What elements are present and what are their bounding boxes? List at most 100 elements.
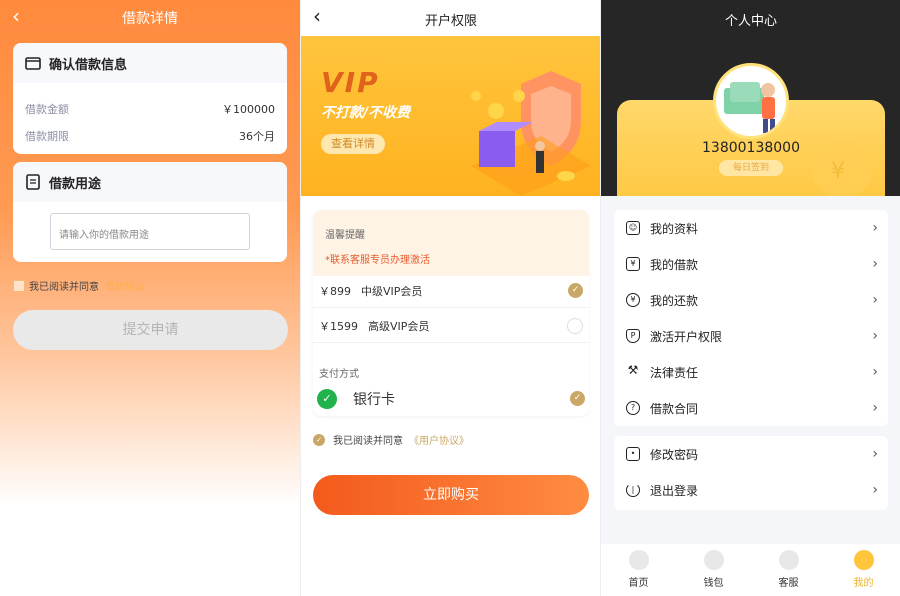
chevron-right-icon: ›	[872, 446, 878, 462]
menu-label: 我的资料	[650, 221, 699, 236]
payment-method-label: 银行卡	[353, 392, 395, 408]
amount-row: 借款金额 ￥100000	[13, 101, 287, 117]
view-details-button[interactable]: 查看详情	[321, 134, 385, 154]
account-menu: • 修改密码 › | 退出登录 ›	[614, 436, 888, 510]
term-value: 36个月	[239, 130, 275, 143]
profile-screen: 个人中心 ¥ 13800138000 每日签到 ☺ 我的资料 › ¥ 我的借款 …	[600, 0, 900, 596]
loan-purpose-header: 借款用途	[13, 162, 287, 202]
page-title: 借款详情	[122, 11, 178, 27]
menu-item[interactable]: ⚒ 法律责任 ›	[614, 354, 888, 390]
vip-plans-card: 温馨提醒 *联系客服专员办理激活 ￥899 中级VIP会员 ✓ ￥1599 高级…	[313, 210, 589, 416]
plan-option[interactable]: ￥899 中级VIP会员 ✓	[313, 274, 589, 308]
chevron-right-icon: ›	[872, 256, 878, 272]
tab-label: 客服	[778, 578, 799, 589]
agree-text: 我已阅读并同意	[29, 282, 99, 293]
buy-now-button[interactable]: 立即购买	[313, 475, 589, 515]
tab-label: 钱包	[703, 578, 724, 589]
menu-item[interactable]: ☺ 我的资料 ›	[614, 210, 888, 246]
sign-in-button[interactable]: 每日签到	[719, 160, 783, 176]
chevron-right-icon: ›	[872, 328, 878, 344]
menu-item[interactable]: • 修改密码 ›	[614, 436, 888, 472]
menu-item[interactable]: ¥ 我的借款 ›	[614, 246, 888, 282]
vip-screen: ‹ 开户权限 VIP 不打款/不收费 查看详情 温馨提醒 *联系客服专员办理激活…	[300, 0, 600, 596]
term-label: 借款期限	[25, 130, 69, 143]
tab-home[interactable]: 首页	[601, 544, 676, 596]
shield-icon: P	[626, 329, 640, 343]
agreement-row: 我已阅读并同意 借款协议	[13, 278, 145, 293]
menu-label: 修改密码	[650, 447, 699, 462]
tab-mine[interactable]: 我的	[826, 544, 900, 596]
vip-banner: VIP 不打款/不收费 查看详情	[301, 36, 600, 196]
loan-info-title: 确认借款信息	[49, 57, 128, 73]
payment-option[interactable]: ✓ 银行卡 ✓	[317, 384, 589, 414]
loan-purpose-title: 借款用途	[49, 176, 102, 192]
check-icon[interactable]: ✓	[568, 283, 583, 298]
chevron-right-icon: ›	[872, 292, 878, 308]
vip-header: ‹ 开户权限	[301, 0, 600, 36]
avatar[interactable]	[713, 63, 789, 139]
purpose-input[interactable]: 请输入你的借款用途	[50, 213, 250, 250]
amount-value: ￥100000	[222, 103, 275, 116]
check-icon[interactable]: ✓	[313, 433, 325, 446]
avatar-illustration	[724, 82, 775, 133]
menu-label: 退出登录	[650, 483, 699, 498]
menu-item[interactable]: ? 借款合同 ›	[614, 390, 888, 426]
svg-text:¥: ¥	[831, 159, 845, 184]
menu-item[interactable]: | 退出登录 ›	[614, 472, 888, 508]
menu-label: 法律责任	[650, 365, 699, 380]
loan-info-card: 确认借款信息 借款金额 ￥100000 借款期限 36个月	[13, 43, 287, 154]
wallet-icon	[703, 550, 724, 570]
vip-heading: VIP	[321, 66, 380, 99]
money-bag-icon: ¥	[812, 142, 872, 196]
check-icon[interactable]: ✓	[570, 391, 585, 406]
payment-title: 支付方式	[319, 369, 359, 380]
menu-label: 借款合同	[650, 401, 699, 416]
page-title: 开户权限	[424, 14, 477, 29]
loan-detail-header: ‹ 借款详情	[0, 0, 300, 34]
radio-icon[interactable]	[567, 318, 583, 334]
menu-label: 我的还款	[650, 293, 699, 308]
user-agreement-link[interactable]: 《用户协议》	[409, 432, 469, 447]
plan-price: ￥1599	[319, 319, 358, 333]
bottom-tab-bar: 首页 钱包 客服 我的	[601, 544, 900, 596]
loan-agreement-link[interactable]: 借款协议	[105, 278, 145, 293]
vip-illustration	[471, 71, 591, 196]
menu-item[interactable]: P 激活开户权限 ›	[614, 318, 888, 354]
home-icon	[628, 550, 649, 570]
menu-label: 我的借款	[650, 257, 699, 272]
help-icon: ?	[626, 401, 640, 415]
power-icon: |	[626, 483, 640, 497]
chat-icon	[778, 550, 799, 570]
user-icon	[853, 550, 874, 570]
phone-number: 13800138000	[702, 140, 800, 156]
agree-text: 我已阅读并同意	[333, 436, 403, 447]
agree-checkbox[interactable]	[13, 279, 25, 292]
gavel-icon: ⚒	[627, 363, 639, 377]
tab-label: 我的	[853, 578, 874, 589]
loan-icon: ¥	[626, 257, 640, 271]
tab-service[interactable]: 客服	[751, 544, 826, 596]
document-icon	[26, 174, 40, 190]
plan-name: 高级VIP会员	[368, 319, 430, 333]
loan-info-header: 确认借款信息	[13, 43, 287, 83]
profile-header: 个人中心 ¥ 13800138000 每日签到	[601, 0, 900, 196]
plan-name: 中级VIP会员	[361, 284, 423, 298]
wechat-icon: ✓	[317, 389, 337, 409]
chevron-right-icon: ›	[872, 364, 878, 380]
submit-button[interactable]: 提交申请	[13, 310, 288, 350]
chevron-right-icon: ›	[872, 400, 878, 416]
notice-box: 温馨提醒 *联系客服专员办理激活	[313, 210, 589, 276]
page-title: 个人中心	[724, 14, 777, 29]
menu-item[interactable]: ¥ 我的还款 ›	[614, 282, 888, 318]
profile-menu: ☺ 我的资料 › ¥ 我的借款 › ¥ 我的还款 › P 激活开户权限 › ⚒ …	[614, 210, 888, 426]
user-icon: ☺	[626, 221, 640, 235]
lock-icon: •	[626, 447, 640, 461]
loan-detail-screen: ‹ 借款详情 确认借款信息 借款金额 ￥100000 借款期限 36个月 借款用…	[0, 0, 300, 596]
tab-wallet[interactable]: 钱包	[676, 544, 751, 596]
chevron-right-icon: ›	[872, 220, 878, 236]
menu-label: 激活开户权限	[650, 329, 723, 344]
plan-option[interactable]: ￥1599 高级VIP会员	[313, 309, 589, 343]
term-row: 借款期限 36个月	[13, 128, 287, 144]
amount-label: 借款金额	[25, 103, 69, 116]
agreement-row: ✓ 我已阅读并同意 《用户协议》	[313, 432, 469, 447]
